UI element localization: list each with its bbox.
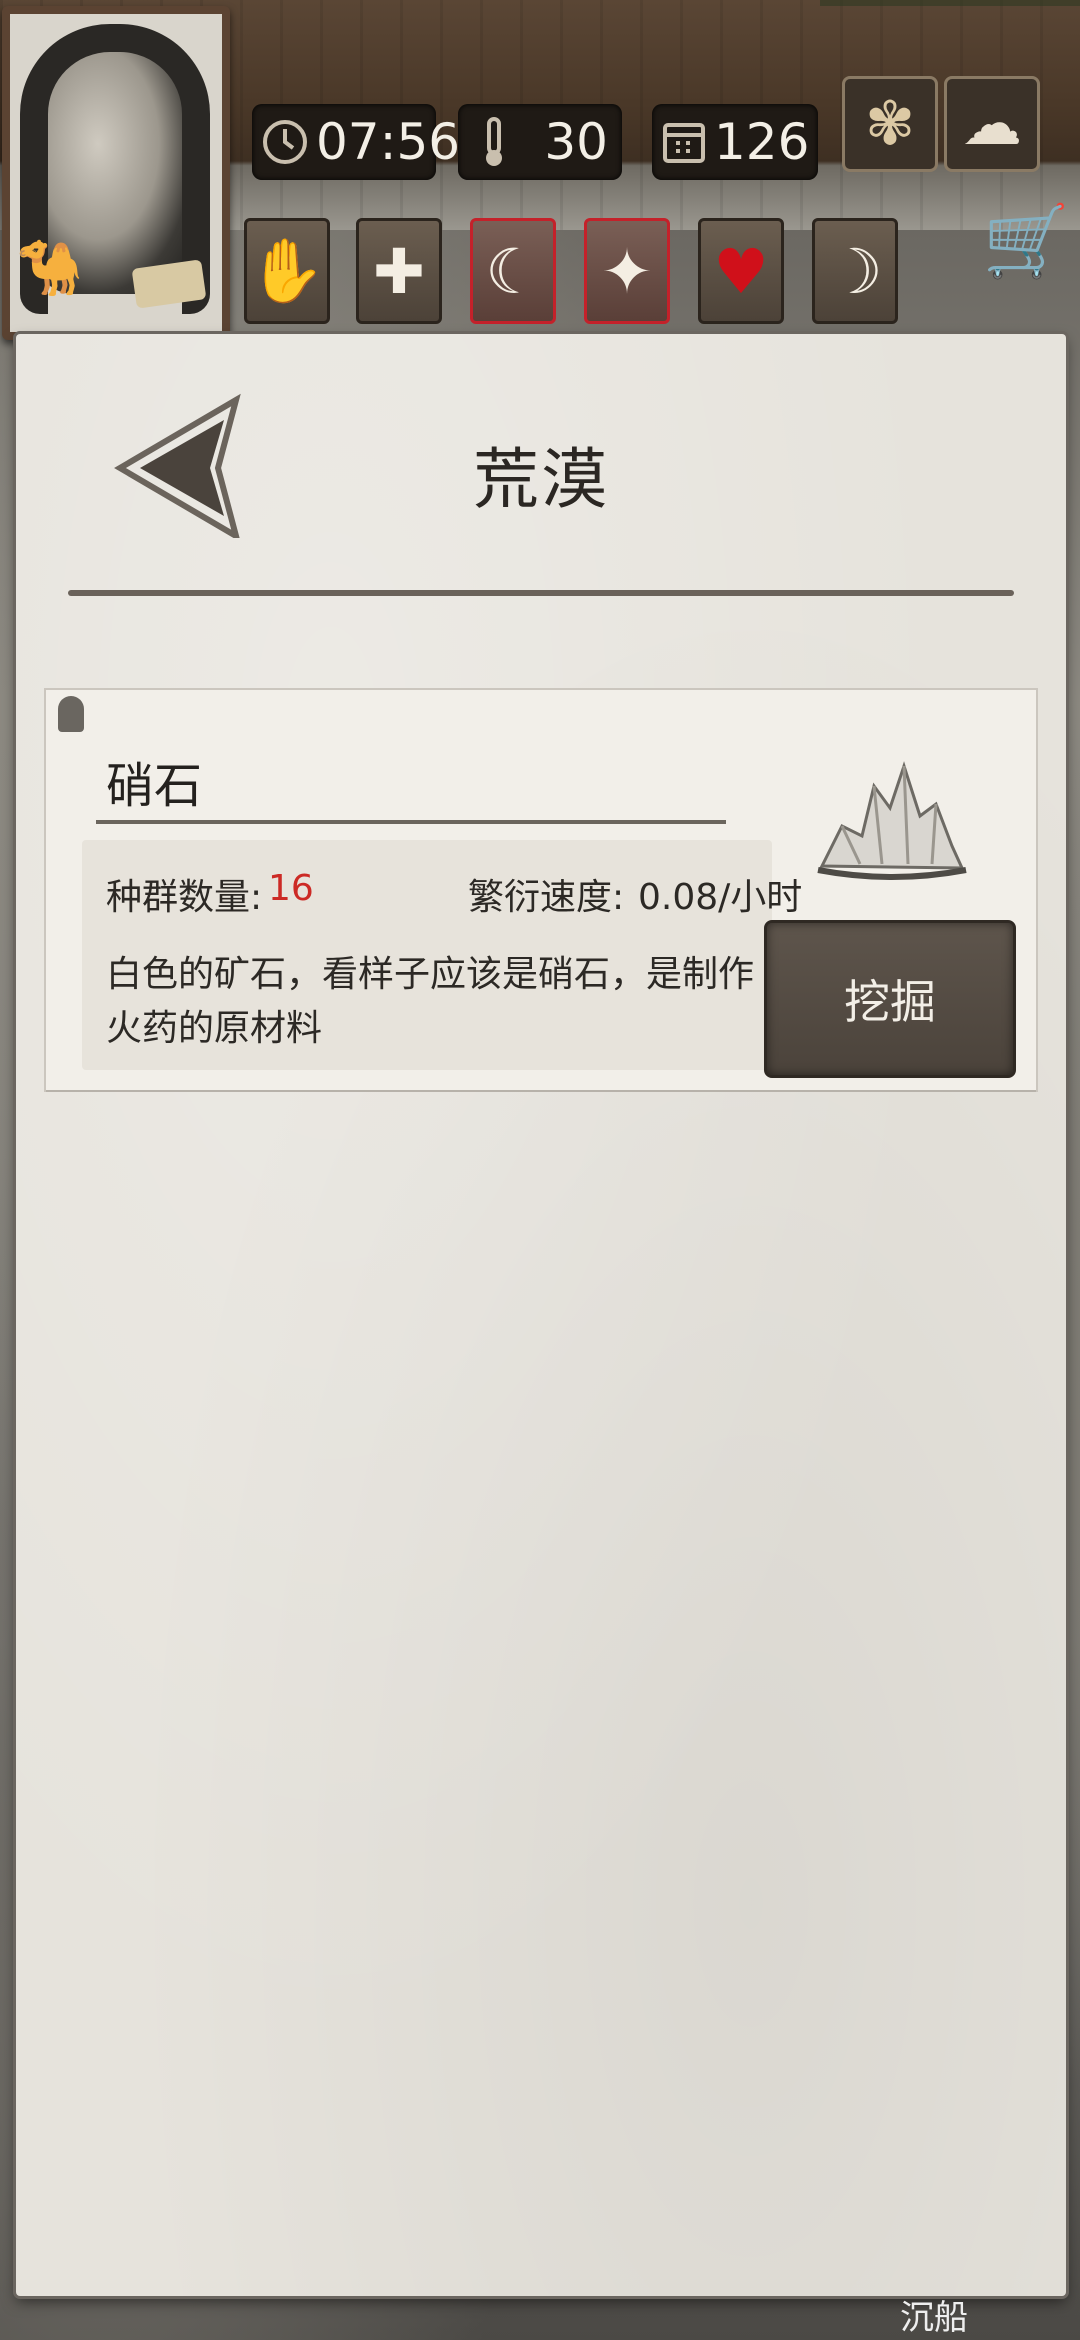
dig-button[interactable]: 挖掘 — [764, 920, 1016, 1078]
time-value: 07:56 — [316, 113, 461, 171]
growth-rate-value: 0.08/小时 — [638, 877, 803, 918]
population-label: 种群数量: — [106, 877, 263, 918]
stomach-icon: ☾ — [485, 234, 541, 308]
cloud-icon: ☁ — [962, 89, 1022, 159]
health-cross-icon: ✚ — [373, 234, 425, 308]
bandaged-hand-icon: ✋ — [248, 234, 326, 307]
health-cross-status-button[interactable]: ✚ — [356, 218, 442, 324]
character-portrait[interactable]: 🐪 — [2, 6, 230, 340]
resource-card: 硝石 种群数量: 16 繁衍速度: 0.08/小时 白色的矿石，看样子应该是硝石… — [46, 690, 1036, 1090]
head-sparkle-icon: ✦ — [601, 234, 653, 308]
bandaged-hand-status-button[interactable]: ✋ — [244, 218, 330, 324]
pin-icon — [58, 696, 84, 732]
camel-icon: 🐪 — [16, 236, 84, 299]
day-display: 126 — [652, 104, 818, 180]
page-title: 荒漠 — [473, 441, 609, 518]
growth-rate-label: 繁衍速度: — [468, 877, 625, 918]
moon-star-status-button[interactable]: ☽ — [812, 218, 898, 324]
time-display: 07:56 — [252, 104, 460, 180]
heart-status-button[interactable]: ♥ — [698, 218, 784, 324]
head-sparkle-status-button[interactable]: ✦ — [584, 218, 670, 324]
stomach-status-button[interactable]: ☾ — [470, 218, 556, 324]
location-panel: 荒漠 硝石 种群数量: 16 繁衍速度: 0.08/小时 白色的矿石，看样子应该… — [16, 334, 1066, 2296]
day-value: 126 — [714, 113, 810, 171]
saltpeter-crystal-icon — [812, 756, 972, 886]
moon-star-icon: ☽ — [827, 234, 883, 308]
title-divider — [68, 590, 1014, 596]
thermometer-icon — [468, 116, 520, 168]
bottom-location-label[interactable]: 沉船 — [900, 2290, 968, 2339]
temperature-value: 30 — [544, 113, 608, 171]
leaf-icon: ✾ — [864, 89, 916, 159]
clock-icon — [262, 116, 308, 168]
shop-cart-icon[interactable]: 🛒 — [983, 200, 1070, 283]
resource-description: 白色的矿石，看样子应该是硝石，是制作火药的原材料 — [106, 954, 755, 1049]
resource-name: 硝石 — [106, 758, 203, 814]
weather-button[interactable]: ☁ — [944, 76, 1040, 172]
leaf-button[interactable]: ✾ — [842, 76, 938, 172]
calendar-icon — [662, 116, 706, 168]
population-value: 16 — [268, 868, 314, 909]
resource-name-underline — [96, 820, 726, 824]
temperature-display: 30 — [458, 104, 622, 180]
heart-icon: ♥ — [713, 234, 769, 308]
